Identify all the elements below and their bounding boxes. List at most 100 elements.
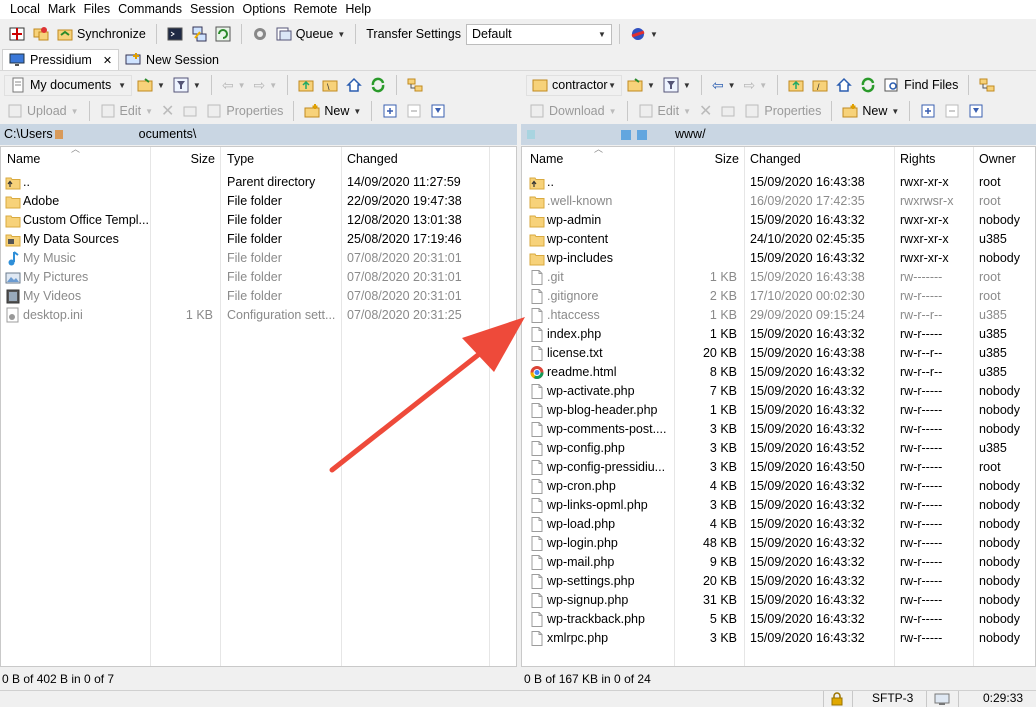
left-select-all-button[interactable]	[379, 99, 401, 123]
right-new-button[interactable]: New ▼	[839, 99, 902, 123]
close-icon[interactable]: ✕	[103, 54, 112, 67]
right-filter-select-button[interactable]	[965, 99, 987, 123]
right-rename-button[interactable]	[717, 99, 739, 123]
left-refresh-button[interactable]	[367, 73, 389, 97]
file-row[interactable]: Adobe File folder 22/09/2020 19:47:38	[1, 192, 516, 211]
right-parent-dir-button[interactable]	[785, 73, 807, 97]
file-row[interactable]: wp-links-opml.php 3 KB 15/09/2020 16:43:32…	[522, 496, 1035, 515]
putty-button[interactable]	[188, 22, 210, 46]
right-root-dir-button[interactable]: /	[809, 73, 831, 97]
remote-file-panel[interactable]: ︿ Name Size Changed Rights Owner .. 15/09…	[521, 146, 1036, 667]
file-row[interactable]: wp-signup.php 31 KB 15/09/2020 16:43:32 rw-…	[522, 591, 1035, 610]
column-header-name[interactable]: Name	[7, 147, 40, 171]
column-header-type[interactable]: Type	[227, 147, 254, 171]
right-unselect-button[interactable]	[941, 99, 963, 123]
file-row[interactable]: wp-content 24/10/2020 02:45:35 rwxr-xr-x u3…	[522, 230, 1035, 249]
left-filter-button[interactable]: ▼	[170, 73, 204, 97]
file-row[interactable]: license.txt 20 KB 15/09/2020 16:43:38 rw-r-…	[522, 344, 1035, 363]
file-row[interactable]: .. 15/09/2020 16:43:38 rwxr-xr-x root	[522, 173, 1035, 192]
file-row[interactable]: wp-login.php 48 KB 15/09/2020 16:43:32 rw-r…	[522, 534, 1035, 553]
menu-commands[interactable]: Commands	[114, 0, 186, 19]
menu-local[interactable]: Local	[6, 0, 44, 19]
left-properties-button[interactable]: Properties	[203, 99, 286, 123]
left-rename-button[interactable]	[179, 99, 201, 123]
file-row[interactable]: .git 1 KB 15/09/2020 16:43:38 rw------- root	[522, 268, 1035, 287]
right-edit-button[interactable]: Edit ▼	[635, 99, 694, 123]
refresh-session-button[interactable]	[212, 22, 234, 46]
file-row[interactable]: wp-mail.php 9 KB 15/09/2020 16:43:32 rw-r--…	[522, 553, 1035, 572]
file-row[interactable]: wp-blog-header.php 1 KB 15/09/2020 16:43:3…	[522, 401, 1035, 420]
left-root-dir-button[interactable]: \	[319, 73, 341, 97]
tab-new-session[interactable]: New Session	[119, 49, 225, 70]
right-open-folder-button[interactable]: ▼	[624, 73, 658, 97]
right-filter-button[interactable]: ▼	[660, 73, 694, 97]
find-files-button[interactable]: Find Files	[881, 73, 961, 97]
preferences-button[interactable]	[249, 22, 271, 46]
synchronize-button[interactable]: Synchronize	[54, 22, 149, 46]
column-header-size[interactable]: Size	[151, 147, 215, 171]
left-unselect-button[interactable]	[403, 99, 425, 123]
right-location-select[interactable]: contractor ▼	[526, 74, 622, 96]
compare-directories-button[interactable]	[6, 22, 28, 46]
left-back-button[interactable]: ⇦ ▼	[219, 73, 249, 97]
file-row[interactable]: index.php 1 KB 15/09/2020 16:43:32 rw-r----…	[522, 325, 1035, 344]
column-header-owner[interactable]: Owner	[979, 147, 1016, 171]
file-row[interactable]: My Music File folder 07/08/2020 20:31:01	[1, 249, 516, 268]
left-path-bar[interactable]: C:\Users ocuments\	[0, 124, 517, 145]
left-new-button[interactable]: New ▼	[301, 99, 364, 123]
file-row[interactable]: My Pictures File folder 07/08/2020 20:31:0…	[1, 268, 516, 287]
left-forward-button[interactable]: ⇨ ▼	[251, 73, 281, 97]
left-filter-select-button[interactable]	[427, 99, 449, 123]
file-row[interactable]: wp-config.php 3 KB 15/09/2020 16:43:52 rw-r…	[522, 439, 1035, 458]
right-delete-button[interactable]: ✕	[696, 99, 715, 123]
file-row[interactable]: .htaccess 1 KB 29/09/2020 09:15:24 rw-r--r-…	[522, 306, 1035, 325]
file-row[interactable]: My Data Sources File folder 25/08/2020 17:…	[1, 230, 516, 249]
menu-options[interactable]: Options	[238, 0, 289, 19]
menu-remote[interactable]: Remote	[290, 0, 342, 19]
left-edit-button[interactable]: Edit ▼	[97, 99, 156, 123]
menu-session[interactable]: Session	[186, 0, 238, 19]
file-row[interactable]: wp-admin 15/09/2020 16:43:32 rwxr-xr-x nobo…	[522, 211, 1035, 230]
left-tree-button[interactable]	[404, 73, 426, 97]
right-select-all-button[interactable]	[917, 99, 939, 123]
menu-files[interactable]: Files	[80, 0, 114, 19]
file-row[interactable]: readme.html 8 KB 15/09/2020 16:43:32 rw-r--…	[522, 363, 1035, 382]
file-row[interactable]: .well-known 16/09/2020 17:42:35 rwxrwsr-x r…	[522, 192, 1035, 211]
column-header-size[interactable]: Size	[675, 147, 739, 171]
file-row[interactable]: .. Parent directory 14/09/2020 11:27:59	[1, 173, 516, 192]
column-header-rights[interactable]: Rights	[900, 147, 935, 171]
right-path-bar[interactable]: www/	[521, 124, 1036, 145]
file-row[interactable]: wp-includes 15/09/2020 16:43:32 rwxr-xr-x n…	[522, 249, 1035, 268]
left-home-button[interactable]	[343, 73, 365, 97]
file-row[interactable]: Custom Office Templ... File folder 12/08/2…	[1, 211, 516, 230]
left-parent-dir-button[interactable]	[295, 73, 317, 97]
menu-mark[interactable]: Mark	[44, 0, 80, 19]
left-delete-button[interactable]: ✕	[158, 99, 177, 123]
file-row[interactable]: wp-config-pressidiu... 3 KB 15/09/2020 16:…	[522, 458, 1035, 477]
file-row[interactable]: My Videos File folder 07/08/2020 20:31:01	[1, 287, 516, 306]
left-location-select[interactable]: My documents ▼	[4, 74, 132, 96]
file-row[interactable]: wp-load.php 4 KB 15/09/2020 16:43:32 rw-r--…	[522, 515, 1035, 534]
tab-pressidium[interactable]: Pressidium ✕	[2, 49, 120, 70]
column-header-changed[interactable]: Changed	[750, 147, 801, 171]
local-file-panel[interactable]: ︿ Name Size Type Changed .. Parent direct…	[0, 146, 517, 667]
right-home-button[interactable]	[833, 73, 855, 97]
right-tree-button[interactable]	[976, 73, 998, 97]
right-forward-button[interactable]: ⇨ ▼	[741, 73, 771, 97]
left-open-folder-button[interactable]: ▼	[134, 73, 168, 97]
file-row[interactable]: wp-cron.php 4 KB 15/09/2020 16:43:32 rw-r--…	[522, 477, 1035, 496]
queue-button[interactable]: Queue ▼	[273, 22, 348, 46]
menu-help[interactable]: Help	[341, 0, 375, 19]
transfer-profile-button[interactable]: ▼	[627, 22, 661, 46]
right-back-button[interactable]: ⇦ ▼	[709, 73, 739, 97]
file-row[interactable]: wp-comments-post.... 3 KB 15/09/2020 16:43…	[522, 420, 1035, 439]
file-row[interactable]: wp-settings.php 20 KB 15/09/2020 16:43:32 r…	[522, 572, 1035, 591]
file-row[interactable]: desktop.ini 1 KB Configuration sett... 07/0…	[1, 306, 516, 325]
file-row[interactable]: .gitignore 2 KB 17/10/2020 00:02:30 rw-r---…	[522, 287, 1035, 306]
sync-browsing-button[interactable]	[30, 22, 52, 46]
file-row[interactable]: wp-activate.php 7 KB 15/09/2020 16:43:32 rw…	[522, 382, 1035, 401]
file-row[interactable]: xmlrpc.php 3 KB 15/09/2020 16:43:32 rw-r---…	[522, 629, 1035, 648]
column-header-name[interactable]: Name	[530, 147, 563, 171]
transfer-settings-select[interactable]: Default ▼	[465, 23, 612, 45]
upload-button[interactable]: Upload ▼	[4, 99, 82, 123]
